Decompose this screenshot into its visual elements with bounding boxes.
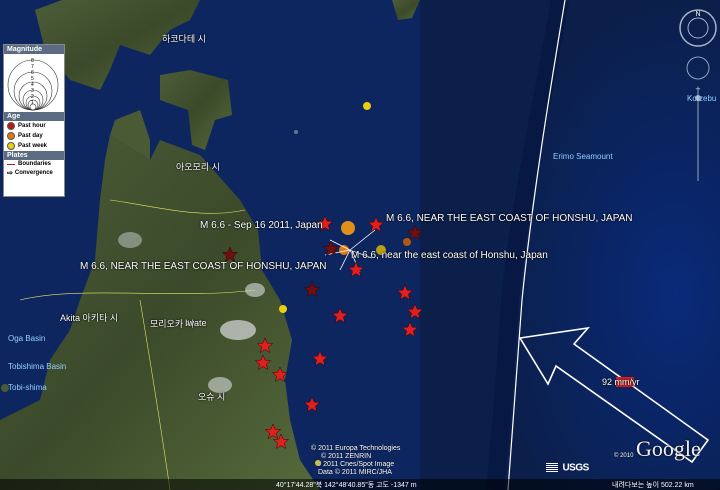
label-tobi-shima: Tobi-shima <box>8 383 47 392</box>
pointer-coordinates: 40°17'44.28"북 142°48'40.85"동 고도 -1347 m <box>276 482 417 489</box>
usgs-mark-icon <box>546 462 558 473</box>
compass-icon[interactable]: N <box>679 9 717 47</box>
quake-past-week[interactable] <box>279 305 287 313</box>
svg-text:N: N <box>695 11 700 18</box>
boundary-line-icon <box>7 163 15 165</box>
credit-mirc: Data © 2011 MIRC/JHA <box>318 469 392 476</box>
usgs-logo: USGS <box>546 459 589 473</box>
credit-zenrin: © 2011 ZENRIN <box>321 453 372 460</box>
legend-age-hour: Past hour <box>4 121 64 131</box>
zoom-slider[interactable]: + <box>695 84 701 181</box>
legend-panel[interactable]: Magnitude 87654321 Age Past hour Past da… <box>3 44 65 197</box>
legend-magnitude-title: Magnitude <box>4 45 64 54</box>
legend-age-title: Age <box>4 112 64 121</box>
svg-text:+: + <box>695 84 700 94</box>
pan-control-icon[interactable] <box>686 56 710 80</box>
past-week-swatch <box>7 142 15 150</box>
legend-age-week: Past week <box>4 141 64 151</box>
quake-label-coast-west[interactable]: M 6.6, NEAR THE EAST COAST OF HONSHU, JA… <box>80 261 327 272</box>
quake-label-sep16[interactable]: M 6.6 - Sep 16 2011, Japan <box>200 220 323 231</box>
magnitude-scale: 87654321 <box>4 54 64 112</box>
label-iwate: Iwate <box>185 318 207 328</box>
status-bar: 40°17'44.28"북 142°48'40.85"동 고도 -1347 m … <box>0 479 720 490</box>
legend-plates-title: Plates <box>4 151 64 160</box>
past-hour-swatch <box>7 122 15 130</box>
quake-label-coast-south[interactable]: M 6.6, near the east coast of Honshu, Ja… <box>351 250 548 261</box>
google-logo: Google <box>636 436 701 461</box>
label-tobishima-basin: Tobishima Basin <box>8 362 67 371</box>
quake-past-day[interactable] <box>341 221 355 235</box>
legend-convergence: ⇨ Convergence <box>7 170 53 177</box>
island <box>294 130 298 134</box>
quake-past-day[interactable] <box>339 245 349 255</box>
snow-patch <box>220 320 256 340</box>
quake-past-week[interactable] <box>363 102 371 110</box>
plate-rate-label: 92 mm/yr <box>602 377 640 387</box>
past-day-swatch <box>7 132 15 140</box>
label-aomori: 아오모리 시 <box>176 162 220 172</box>
label-oga-basin: Oga Basin <box>8 334 46 343</box>
label-hakodate: 하코다테 시 <box>162 34 206 44</box>
credit-europa: © 2011 Europa Technologies <box>311 445 401 452</box>
quake-label-coast-north[interactable]: M 6.6, NEAR THE EAST COAST OF HONSHU, JA… <box>386 213 633 224</box>
label-akita: Akita 아키타 시 <box>60 313 119 323</box>
convergence-arrow-icon: ⇨ <box>7 170 13 177</box>
magnitude-scale-label: 1 <box>31 100 34 106</box>
legend-boundaries: Boundaries <box>4 160 64 168</box>
legend-age-day: Past day <box>4 131 64 141</box>
navigation-controls[interactable]: N + <box>678 6 718 186</box>
label-oshu: 오슈 시 <box>198 392 226 402</box>
label-erimo-seamount: Erimo Seamount <box>553 152 613 161</box>
snow-patch <box>118 232 142 248</box>
google-copyright: © 2010 <box>614 453 634 459</box>
credit-cnes: © 2011 Cnes/Spot Image <box>316 461 395 468</box>
eye-altitude: 내려다보는 높이 502.22 km <box>612 482 694 489</box>
quake-past-day[interactable] <box>403 238 411 246</box>
map-view[interactable] <box>0 0 720 490</box>
